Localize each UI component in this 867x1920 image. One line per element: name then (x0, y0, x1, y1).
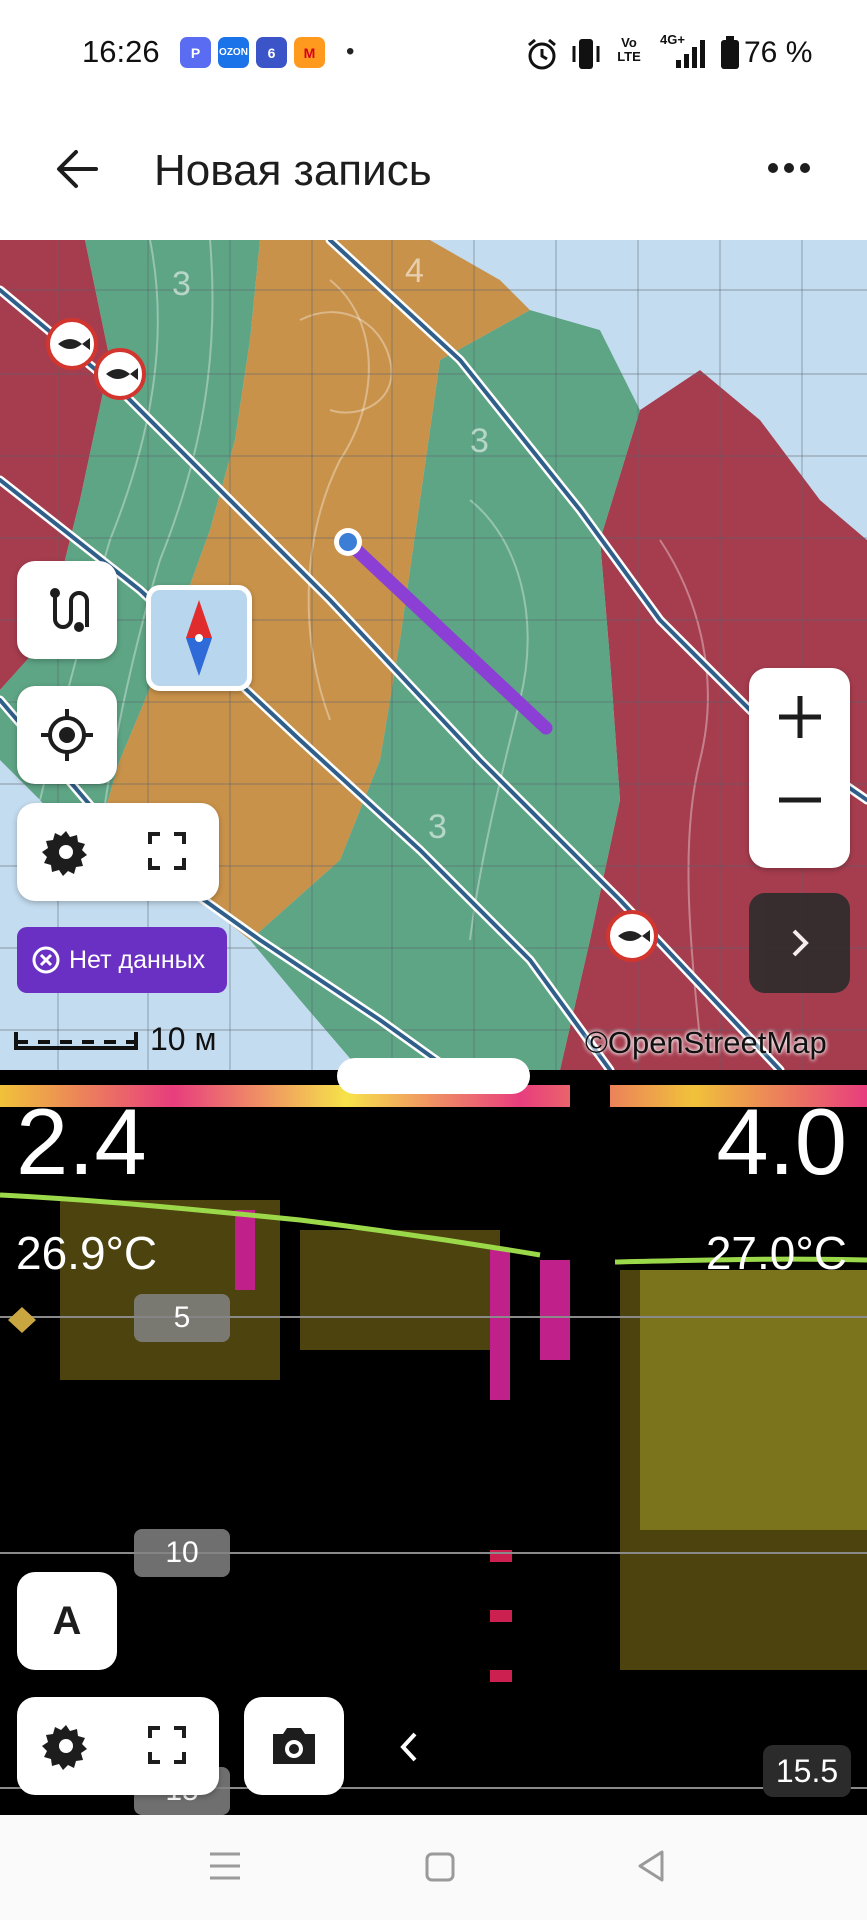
map-zone-label: 3 (428, 808, 447, 846)
expand-panel-button[interactable] (749, 893, 850, 993)
chevron-right-icon (792, 929, 809, 957)
compass-button[interactable] (146, 585, 252, 691)
no-data-label: Нет данных (69, 945, 206, 974)
camera-icon (273, 1728, 315, 1764)
vibrate-icon (572, 39, 600, 69)
depth-value-right: 4.0 (716, 1089, 847, 1194)
zoom-out-icon[interactable] (777, 796, 823, 804)
scale-bar-icon (14, 1032, 138, 1050)
zoom-in-icon[interactable] (777, 694, 823, 740)
back-nav-icon[interactable] (636, 1849, 666, 1883)
locate-me-button[interactable] (17, 686, 117, 784)
map-settings-gear-icon[interactable] (41, 827, 91, 877)
range-value-badge[interactable]: 15.5 (763, 1745, 851, 1797)
fish-marker-icon (46, 318, 98, 370)
map-zone-label: 4 (405, 252, 424, 290)
sonar-fullscreen-icon[interactable] (147, 1725, 187, 1765)
crosshair-icon (41, 709, 93, 761)
map-zone-label: 3 (172, 265, 191, 303)
map-fullscreen-icon[interactable] (147, 831, 187, 871)
sonar-settings-group (17, 1697, 219, 1795)
notification-dot-icon: • (346, 38, 355, 65)
chevron-left-icon[interactable] (398, 1730, 420, 1764)
app-p-icon: P (180, 37, 211, 68)
map-attribution[interactable]: ©OpenStreetMap (585, 1025, 827, 1061)
depth-alarm-marker (8, 1307, 36, 1333)
screenshot-button[interactable] (244, 1697, 344, 1795)
map-zone-label: 3 (470, 422, 489, 460)
scale-label: 10 м (150, 1021, 217, 1057)
panel-divider-handle[interactable] (337, 1058, 530, 1094)
map-settings-group (17, 803, 219, 901)
compass-icon (186, 600, 212, 676)
depth-mark: 10 (134, 1529, 230, 1577)
fish-marker-icon (94, 348, 146, 400)
recent-apps-icon[interactable] (208, 1851, 242, 1881)
page-title: Новая запись (154, 146, 432, 195)
water-temp-right: 27.0°C (705, 1227, 847, 1279)
no-data-badge[interactable]: Нет данных (17, 927, 227, 993)
sonar-settings-gear-icon[interactable] (41, 1721, 91, 1771)
yandex-market-icon: M (294, 37, 325, 68)
app-6-icon: 6 (256, 37, 287, 68)
home-icon[interactable] (424, 1851, 456, 1883)
alarm-icon (528, 38, 556, 70)
close-circle-icon (32, 946, 60, 974)
water-temp-left: 26.9°C (16, 1227, 158, 1279)
depth-value-left: 2.4 (16, 1089, 147, 1194)
volte-indicator: Vo LTE (617, 35, 641, 64)
app-bar (0, 110, 867, 240)
depth-mark: 5 (134, 1294, 230, 1342)
more-options-icon[interactable] (766, 160, 812, 176)
back-arrow-icon[interactable] (54, 148, 100, 190)
signal-icon (676, 40, 705, 68)
battery-icon (721, 36, 739, 69)
zoom-controls (749, 668, 850, 868)
battery-percentage: 76 % (744, 36, 813, 69)
route-button[interactable] (17, 561, 117, 659)
fish-marker-icon (606, 910, 658, 962)
ozon-icon: OZON (218, 37, 249, 68)
auto-mode-button[interactable]: A (17, 1572, 117, 1670)
status-time: 16:26 (82, 34, 160, 69)
route-icon (50, 588, 89, 632)
